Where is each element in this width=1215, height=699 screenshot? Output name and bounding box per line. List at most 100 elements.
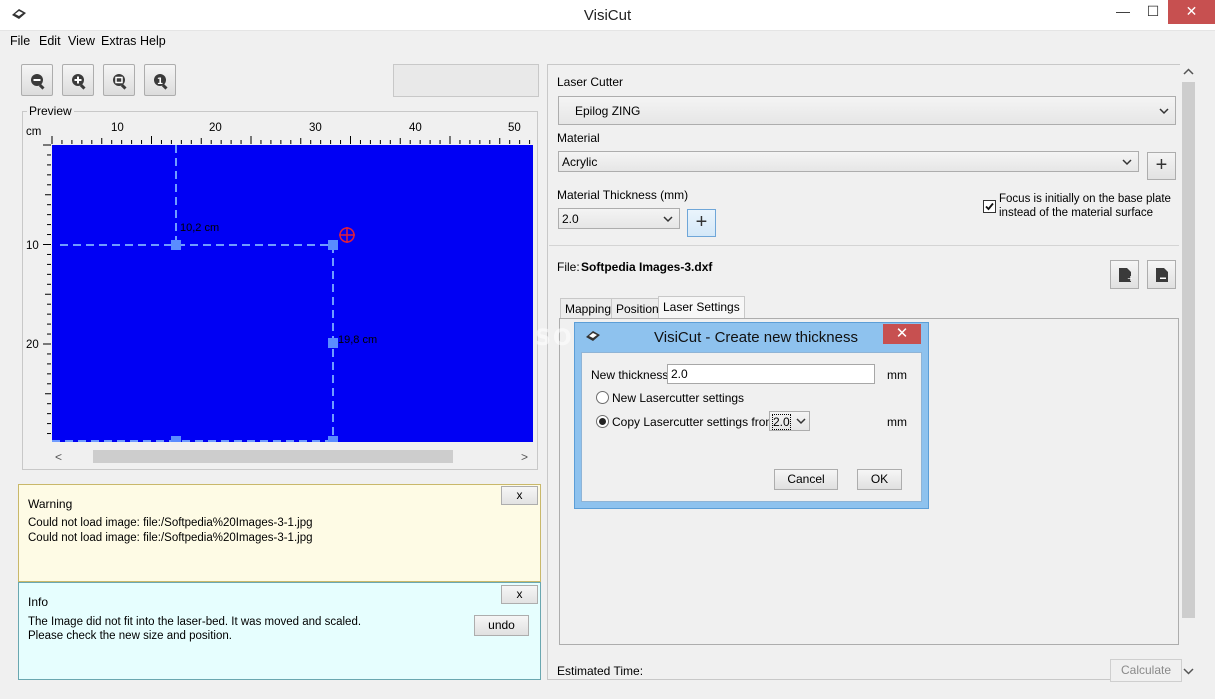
ruler-unit-label: cm (26, 126, 42, 138)
new-file-icon: + (1119, 268, 1132, 283)
info-line: Please check the new size and position. (28, 630, 232, 642)
x-tick-label: 20 (209, 122, 222, 134)
chevron-down-icon (663, 215, 673, 222)
info-title: Info (28, 595, 49, 609)
scrollbar-thumb[interactable] (93, 450, 453, 463)
resize-handle[interactable] (328, 338, 338, 348)
copy-from-value: 2.0 (772, 414, 791, 430)
scroll-up-arrow-icon[interactable] (1183, 68, 1194, 76)
new-settings-radio[interactable] (596, 391, 609, 404)
new-thickness-input[interactable] (667, 364, 875, 384)
scroll-left-arrow[interactable]: < (55, 450, 62, 464)
resize-handle[interactable] (171, 240, 181, 250)
window-title: VisiCut (583, 7, 632, 24)
cancel-button[interactable]: Cancel (774, 469, 838, 490)
zoom-in-icon (72, 74, 86, 90)
width-dimension-label: 10,2 cm (180, 222, 220, 234)
divider (549, 245, 1179, 246)
selection-overlay (52, 145, 334, 442)
scroll-down-arrow-icon[interactable] (1183, 667, 1194, 675)
laser-cutter-select[interactable]: Epilog ZING (558, 96, 1176, 125)
x-tick-label: 40 (409, 122, 422, 134)
zoom-in-button[interactable] (62, 64, 94, 96)
ok-button[interactable]: OK (857, 469, 902, 490)
menu-bar (0, 31, 1215, 51)
laser-cutter-label: Laser Cutter (557, 75, 624, 89)
laser-cutter-value: Epilog ZING (575, 104, 641, 118)
rotate-crosshair-icon[interactable] (338, 226, 356, 244)
material-value: Acrylic (562, 155, 598, 169)
close-window-button[interactable]: ✕ (1168, 0, 1215, 24)
chevron-down-icon (1159, 107, 1169, 114)
maximize-button[interactable]: ☐ (1138, 0, 1168, 24)
menu-help[interactable]: Help (140, 34, 166, 48)
calculate-button[interactable]: Calculate (1110, 659, 1182, 682)
menu-file[interactable]: File (10, 34, 30, 48)
focus-option-label-line2: instead of the material surface (999, 207, 1154, 219)
info-icon: 1 (154, 74, 168, 90)
tab-laser-settings[interactable]: Laser Settings (658, 296, 745, 319)
add-thickness-button[interactable]: + (687, 209, 716, 237)
zoom-fit-button[interactable] (103, 64, 135, 96)
tab-position[interactable]: Position (611, 298, 664, 319)
x-tick-label: 10 (111, 122, 124, 134)
add-file-button[interactable]: + (1110, 260, 1139, 289)
material-thickness-label: Material Thickness (mm) (557, 188, 689, 202)
resize-handle[interactable] (328, 436, 338, 442)
chevron-down-icon (1122, 158, 1132, 165)
copy-unit-label: mm (887, 415, 907, 429)
minimize-button[interactable]: — (1108, 0, 1138, 24)
menu-extras[interactable]: Extras (101, 34, 136, 48)
material-label: Material (557, 131, 600, 145)
menu-edit[interactable]: Edit (39, 34, 61, 48)
remove-file-icon (1156, 268, 1168, 282)
zoom-fit-icon (113, 74, 127, 90)
x-tick-label: 50 (508, 122, 521, 134)
dialog-close-button[interactable]: ✕ (883, 324, 921, 344)
warning-close-button[interactable]: x (501, 486, 538, 505)
new-thickness-label: New thickness: (591, 368, 672, 382)
info-close-button[interactable]: x (501, 585, 538, 604)
y-tick-label: 20 (26, 339, 39, 351)
resize-handle[interactable] (171, 436, 181, 442)
file-label: File: (557, 260, 580, 274)
toolbar-placeholder-box (393, 64, 539, 97)
undo-button[interactable]: undo (474, 615, 529, 636)
info-button[interactable]: 1 (144, 64, 176, 96)
zoom-out-icon (31, 74, 45, 90)
preview-label: Preview (27, 104, 74, 118)
zoom-out-button[interactable] (21, 64, 53, 96)
thickness-select[interactable]: 2.0 (558, 208, 680, 229)
dialog-title: VisiCut - Create new thickness (654, 329, 858, 346)
material-select[interactable]: Acrylic (558, 151, 1139, 172)
scroll-right-arrow[interactable]: > (521, 450, 528, 464)
checkmark-icon (985, 202, 994, 211)
visicut-app-icon (586, 331, 600, 341)
focus-option-label: Focus is initially on the base plate (999, 193, 1171, 205)
remove-file-button[interactable] (1147, 260, 1176, 289)
scrollbar-thumb[interactable] (1182, 82, 1195, 618)
copy-settings-label: Copy Lasercutter settings from (612, 415, 776, 429)
laser-bed-canvas[interactable]: 10,2 cm 19,8 cm (52, 145, 533, 442)
chevron-down-icon (796, 418, 806, 425)
x-tick-label: 30 (309, 122, 322, 134)
add-material-button[interactable]: + (1147, 152, 1176, 180)
warning-line: Could not load image: file:/Softpedia%20… (28, 517, 313, 529)
file-name: Softpedia Images-3.dxf (581, 260, 713, 274)
new-settings-label: New Lasercutter settings (612, 391, 745, 405)
thickness-value: 2.0 (562, 212, 579, 226)
svg-text:1: 1 (157, 77, 163, 87)
copy-settings-radio[interactable] (596, 415, 609, 428)
copy-from-select[interactable]: 2.0 (769, 411, 810, 431)
focus-checkbox[interactable] (983, 200, 996, 213)
estimated-time-label: Estimated Time: (557, 664, 644, 678)
warning-line: Could not load image: file:/Softpedia%20… (28, 532, 313, 544)
warning-title: Warning (28, 497, 73, 511)
menu-view[interactable]: View (68, 34, 95, 48)
svg-text:+: + (1127, 274, 1132, 283)
tab-mapping[interactable]: Mapping (560, 298, 617, 319)
thickness-unit-label: mm (887, 368, 907, 382)
resize-handle[interactable] (328, 240, 338, 250)
y-tick-label: 10 (26, 240, 39, 252)
height-dimension-label: 19,8 cm (338, 334, 378, 346)
